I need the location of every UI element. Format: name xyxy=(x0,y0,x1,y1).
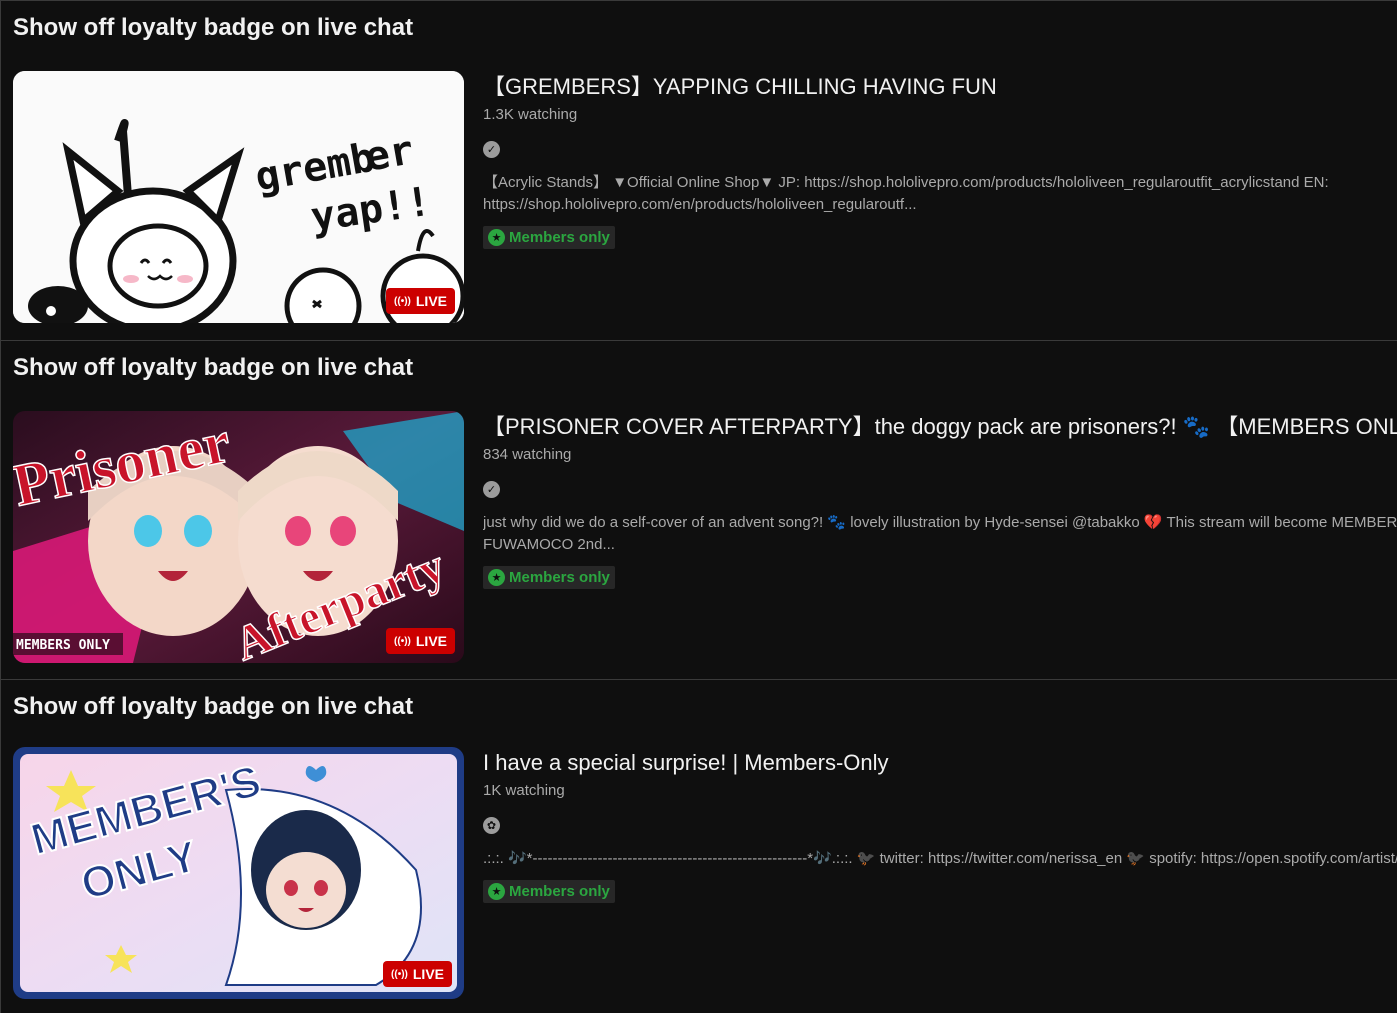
shelf-2: Show off loyalty badge on live chat Pris… xyxy=(0,340,1397,679)
members-only-badge: ★ Members only xyxy=(483,226,615,249)
thumbnail-illustration: gremb er yap!! xyxy=(13,71,464,323)
members-star-icon: ★ xyxy=(488,229,505,246)
thumbnail-illustration: MEMBER'S ONLY xyxy=(20,754,457,992)
live-broadcast-icon: ((•)) xyxy=(391,968,408,980)
video-description: 【Acrylic Stands】 ▼Official Online Shop▼ … xyxy=(483,172,1397,216)
video-title[interactable]: 【PRISONER COVER AFTERPARTY】the doggy pac… xyxy=(483,413,1397,441)
video-meta: 【GREMBERS】YAPPING CHILLING HAVING FUN 1.… xyxy=(483,73,1397,249)
thumbnail-illustration: Prisoner Afterparty MEMBERS ONLY xyxy=(13,411,464,663)
members-badge-label: Members only xyxy=(509,229,610,246)
live-badge: ((•)) LIVE xyxy=(386,628,455,654)
members-only-badge: ★ Members only xyxy=(483,880,615,903)
video-thumbnail[interactable]: MEMBER'S ONLY ((•)) LIVE xyxy=(13,747,464,999)
shelf-1: Show off loyalty badge on live chat grem… xyxy=(0,0,1397,340)
live-label: LIVE xyxy=(415,293,447,309)
verified-check-icon[interactable]: ✓ xyxy=(483,481,500,498)
live-badge: ((•)) LIVE xyxy=(386,288,455,314)
svg-text:er: er xyxy=(362,127,417,181)
view-count: 834 watching xyxy=(483,446,572,463)
video-description: .:.:. 🎶*--------------------------------… xyxy=(483,848,1397,870)
shelf-title: Show off loyalty badge on live chat xyxy=(13,14,414,41)
video-title[interactable]: 【GREMBERS】YAPPING CHILLING HAVING FUN xyxy=(483,73,1397,101)
live-badge: ((•)) LIVE xyxy=(383,961,452,987)
verified-check-icon[interactable]: ✓ xyxy=(483,141,500,158)
description-line-1: just why did we do a self-cover of an ad… xyxy=(483,514,1397,531)
video-meta: I have a special surprise! | Members-Onl… xyxy=(483,749,1397,903)
members-only-badge: ★ Members only xyxy=(483,566,615,589)
description-line-1: .:.:. 🎶*--------------------------------… xyxy=(483,850,1397,867)
channel-icon[interactable]: ✿ xyxy=(483,817,500,834)
members-badge-label: Members only xyxy=(509,569,610,586)
shelf-title: Show off loyalty badge on live chat xyxy=(13,693,414,720)
members-star-icon: ★ xyxy=(488,883,505,900)
view-count: 1K watching xyxy=(483,782,565,799)
live-broadcast-icon: ((•)) xyxy=(394,295,411,307)
members-star-icon: ★ xyxy=(488,569,505,586)
members-badge-label: Members only xyxy=(509,883,610,900)
live-broadcast-icon: ((•)) xyxy=(394,635,411,647)
description-line-2: FUWAMOCO 2nd... xyxy=(483,536,615,553)
video-thumbnail[interactable]: Prisoner Afterparty MEMBERS ONLY ((•)) L… xyxy=(13,411,464,663)
description-line-1: 【Acrylic Stands】 ▼Official Online Shop▼ … xyxy=(483,174,1329,191)
video-title[interactable]: I have a special surprise! | Members-Onl… xyxy=(483,749,1397,777)
svg-text:MEMBERS ONLY: MEMBERS ONLY xyxy=(16,638,110,653)
view-count: 1.3K watching xyxy=(483,106,578,123)
video-meta: 【PRISONER COVER AFTERPARTY】the doggy pac… xyxy=(483,413,1397,589)
page: Show off loyalty badge on live chat grem… xyxy=(0,0,1397,1013)
description-line-2: https://shop.hololivepro.com/en/products… xyxy=(483,196,917,213)
live-label: LIVE xyxy=(415,633,447,649)
video-thumbnail[interactable]: gremb er yap!! ((•)) LIVE xyxy=(13,71,464,323)
shelf-title: Show off loyalty badge on live chat xyxy=(13,354,414,381)
live-label: LIVE xyxy=(412,966,444,982)
video-description: just why did we do a self-cover of an ad… xyxy=(483,512,1397,556)
shelf-3: Show off loyalty badge on live chat MEMB… xyxy=(0,679,1397,1013)
